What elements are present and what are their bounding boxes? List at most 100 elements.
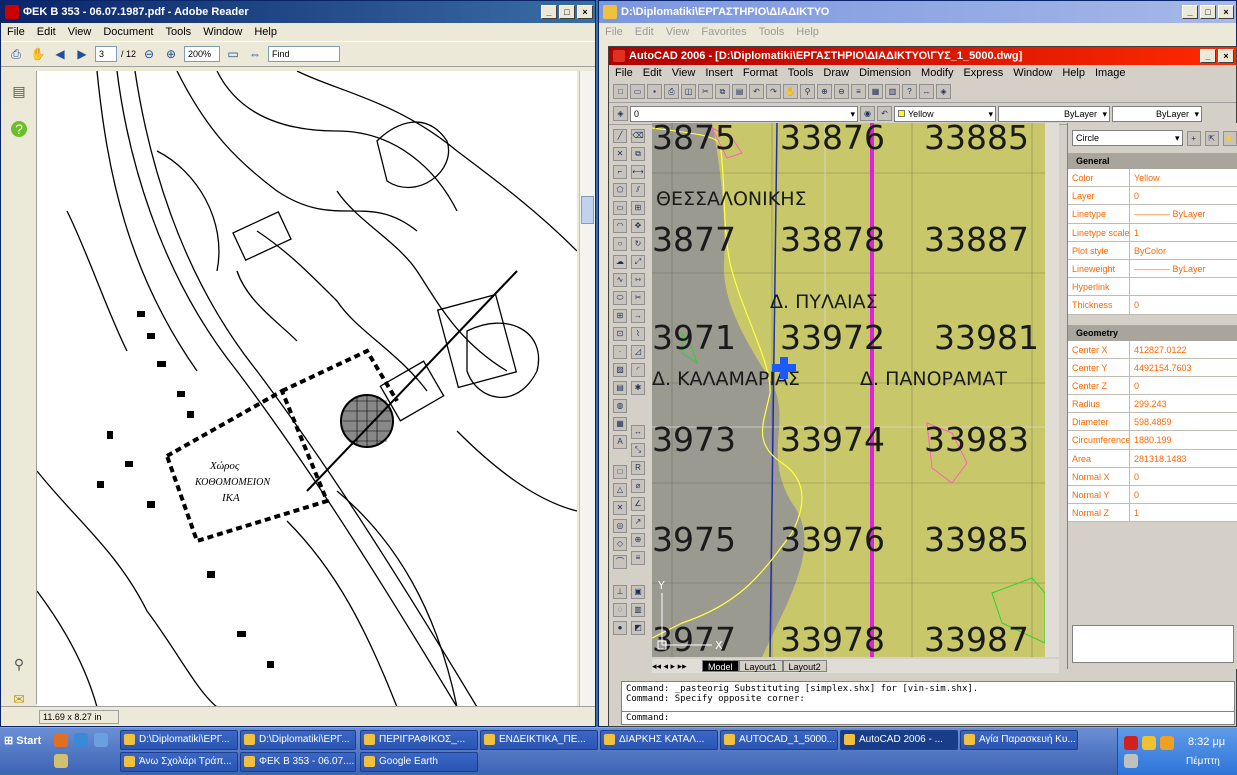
extend-icon[interactable]: → [631, 309, 645, 323]
tolerance-icon[interactable]: ⊕ [631, 533, 645, 547]
property-row[interactable]: Center Z0 [1068, 376, 1237, 396]
taskbar-button[interactable]: AUTOCAD_1_5000... [720, 730, 838, 750]
leader-icon[interactable]: ↗ [631, 515, 645, 529]
snap-endpoint-icon[interactable]: □ [613, 465, 627, 479]
color-select[interactable]: Yellow [894, 105, 996, 122]
property-row[interactable]: Linetype ———— ByLayer [1068, 205, 1237, 224]
dim-style-icon[interactable]: ≡ [631, 551, 645, 565]
pages-icon[interactable]: ▤ [11, 83, 27, 99]
property-row[interactable]: Lineweight ———— ByLayer [1068, 259, 1237, 279]
property-value[interactable]: 0 [1130, 187, 1237, 205]
snap-quadrant-icon[interactable]: ◇ [613, 537, 627, 551]
adobe-reader-window[interactable]: ΦΕΚ Β 353 - 06.07.1987.pdf - Adobe Reade… [0, 0, 596, 727]
pan-icon[interactable]: ✋ [783, 84, 798, 99]
property-row[interactable]: Hyperlink [1068, 278, 1237, 297]
hand-tool-icon[interactable]: ✋ [29, 45, 47, 63]
redo-icon[interactable]: ↷ [766, 84, 781, 99]
menu-help[interactable]: Help [796, 26, 819, 38]
menu-help[interactable]: Help [254, 26, 277, 38]
spline-icon[interactable]: ∿ [613, 273, 627, 287]
tab-nav-arrows[interactable]: ◂◂ ◂ ▸ ▸▸ [652, 661, 702, 672]
move-icon[interactable]: ✥ [631, 219, 645, 233]
property-value[interactable]: ByColor [1130, 241, 1237, 259]
view-iso-icon[interactable]: ◩ [631, 621, 645, 635]
open-icon[interactable]: ▭ [630, 84, 645, 99]
zoom-in-icon[interactable]: ⊕ [162, 45, 180, 63]
command-input[interactable]: Command: [622, 711, 1234, 724]
scale-icon[interactable]: ⤢ [631, 255, 645, 269]
messenger-icon[interactable] [1160, 736, 1174, 750]
trim-icon[interactable]: ✂ [631, 291, 645, 305]
property-value[interactable]: 0 [1130, 376, 1237, 395]
scroll-thumb[interactable] [581, 196, 594, 224]
menu-document[interactable]: Document [103, 26, 153, 38]
menu-window[interactable]: Window [1013, 67, 1052, 79]
taskbar-button-active[interactable]: AutoCAD 2006 - ... [840, 730, 958, 750]
rectangle-icon[interactable]: ▭ [613, 201, 627, 215]
maximize-button[interactable]: □ [1200, 5, 1216, 19]
taskbar-button[interactable]: Αγία Παρασκευή Κυ... [960, 730, 1078, 750]
reader-titlebar[interactable]: ΦΕΚ Β 353 - 06.07.1987.pdf - Adobe Reade… [1, 1, 595, 23]
ie-icon[interactable] [74, 733, 88, 747]
property-value[interactable] [1130, 278, 1237, 296]
hatch-icon[interactable]: ▨ [613, 363, 627, 377]
menu-file[interactable]: File [7, 26, 25, 38]
close-button[interactable]: × [1218, 49, 1234, 63]
tab-layout2[interactable]: Layout2 [782, 660, 827, 672]
reader-vertical-scrollbar[interactable] [579, 71, 595, 707]
revcloud-icon[interactable]: ☁ [613, 255, 627, 269]
save-icon[interactable]: ▪ [647, 84, 662, 99]
property-value[interactable]: ———— ByLayer [1130, 259, 1237, 278]
property-value[interactable]: ———— ByLayer [1130, 205, 1237, 223]
taskbar-button[interactable]: ΕΝΔΕΙΚΤΙΚΑ_ΠΕ... [480, 730, 598, 750]
dim-radius-icon[interactable]: R [631, 461, 645, 475]
property-value[interactable]: 299.243 [1130, 395, 1237, 413]
object-type-select[interactable]: Circle [1072, 130, 1183, 146]
page-number-input[interactable]: 3 [95, 46, 117, 62]
next-page-icon[interactable]: ▶ [73, 45, 91, 63]
previous-page-icon[interactable]: ◀ [51, 45, 69, 63]
property-value[interactable]: Yellow [1130, 169, 1237, 187]
arc-icon[interactable]: ◠ [613, 219, 627, 233]
attachments-icon[interactable]: ⚲ [11, 656, 27, 672]
cut-icon[interactable]: ✂ [698, 84, 713, 99]
property-row[interactable]: Layer 0 [1068, 187, 1237, 206]
firefox-icon[interactable] [54, 733, 68, 747]
property-row[interactable]: Area 281318.1483 [1068, 449, 1237, 468]
close-button[interactable]: × [577, 5, 593, 19]
region-icon[interactable]: ◍ [613, 399, 627, 413]
orbit-icon[interactable]: ◌ [613, 603, 627, 617]
minimize-button[interactable]: _ [1182, 5, 1198, 19]
dim-linear-icon[interactable]: ↔ [631, 425, 645, 439]
line-icon[interactable]: ╱ [613, 129, 627, 143]
circle-icon[interactable]: ○ [613, 237, 627, 251]
gradient-icon[interactable]: ▤ [613, 381, 627, 395]
taskbar-button[interactable]: ΠΕΡΙΓΡΑΦΙΚΟΣ_... [360, 730, 478, 750]
lineweight-select[interactable]: ByLayer [1112, 105, 1202, 122]
menu-file[interactable]: File [605, 26, 623, 38]
menu-dimension[interactable]: Dimension [859, 67, 911, 79]
property-value[interactable]: 0 [1130, 467, 1237, 485]
zoom-window-icon[interactable]: ⊕ [817, 84, 832, 99]
zoom-previous-icon[interactable]: ⊖ [834, 84, 849, 99]
print-icon[interactable]: ⎙ [7, 45, 25, 63]
property-row[interactable]: Diameter 598.4859 [1068, 413, 1237, 432]
dim-angular-icon[interactable]: ∠ [631, 497, 645, 511]
menu-insert[interactable]: Insert [705, 67, 733, 79]
menu-draw[interactable]: Draw [823, 67, 849, 79]
help-icon[interactable]: ? [11, 121, 27, 137]
stretch-icon[interactable]: ⇿ [631, 273, 645, 287]
menu-modify[interactable]: Modify [921, 67, 953, 79]
find-input[interactable]: Find [268, 46, 341, 62]
autocad-titlebar[interactable]: AutoCAD 2006 - [D:\Diplomatiki\ΕΡΓΑΣΤΗΡΙ… [609, 47, 1236, 65]
offset-icon[interactable]: ⫽ [631, 183, 645, 197]
copy-icon[interactable]: ⧉ [715, 84, 730, 99]
geometry-section-header[interactable]: Geometry [1068, 324, 1237, 341]
property-value[interactable]: 281318.1483 [1130, 449, 1237, 467]
zoom-select[interactable]: 200% [184, 46, 221, 62]
comments-icon[interactable]: ✉ [11, 691, 27, 707]
new-icon[interactable]: □ [613, 84, 628, 99]
property-value[interactable]: 1880.199 [1130, 431, 1237, 449]
dim-diameter-icon[interactable]: ⌀ [631, 479, 645, 493]
snap-tangent-icon[interactable]: ⌒ [613, 555, 627, 569]
